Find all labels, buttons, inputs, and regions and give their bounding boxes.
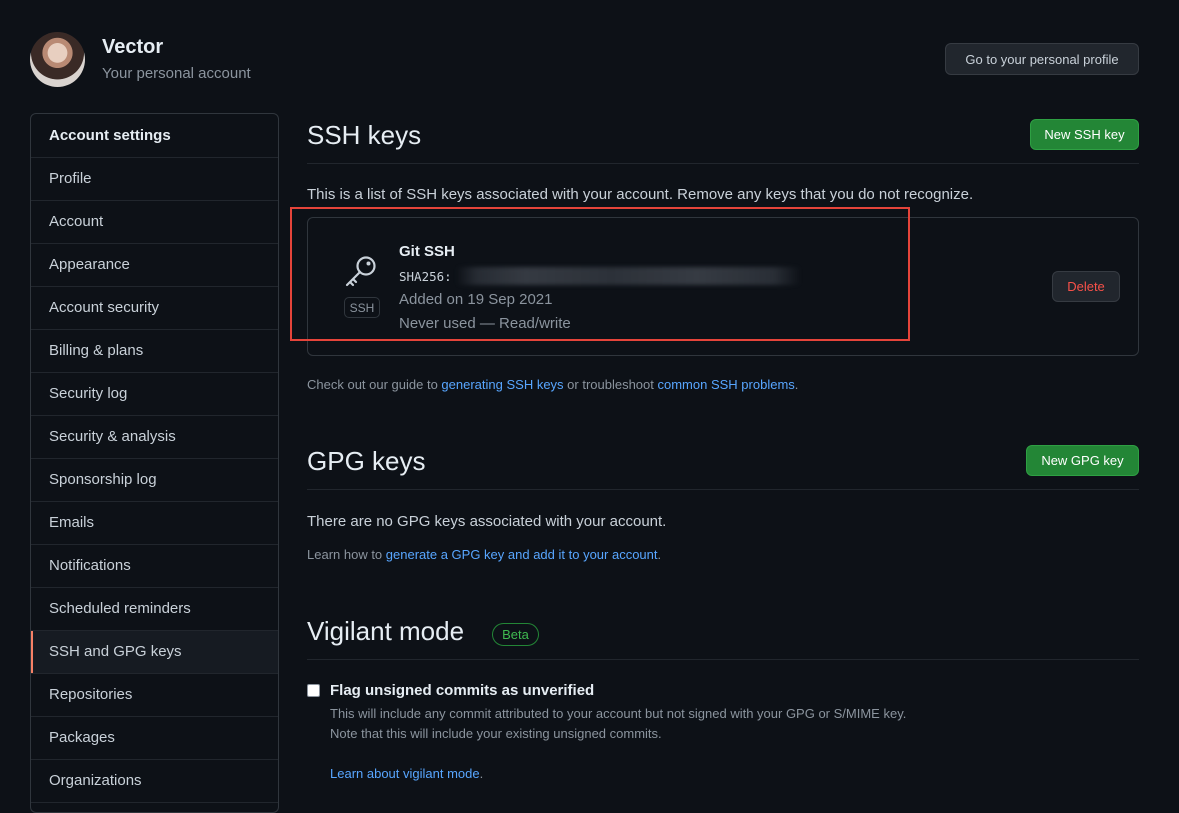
flag-unsigned-commits-label[interactable]: Flag unsigned commits as unverified — [330, 682, 594, 699]
sidebar-item-packages[interactable]: Packages — [31, 717, 278, 760]
sidebar-item-sponsorship-log[interactable]: Sponsorship log — [31, 459, 278, 502]
ssh-guide-suffix: . — [794, 377, 799, 392]
vigilant-mode-title: Vigilant mode — [307, 616, 465, 646]
divider — [307, 163, 1139, 164]
sidebar-item-scheduled-reminders[interactable]: Scheduled reminders — [31, 588, 278, 631]
gpg-keys-title: GPG keys — [307, 446, 426, 476]
vigilant-desc-1: This will include any commit attributed … — [330, 706, 907, 721]
sidebar-item-account[interactable]: Account — [31, 201, 278, 244]
gpg-learn-suffix: . — [657, 547, 662, 562]
sidebar-item-organizations[interactable]: Organizations — [31, 760, 278, 803]
vigilant-learn-suffix: . — [479, 766, 484, 781]
sidebar-item-repositories[interactable]: Repositories — [31, 674, 278, 717]
sidebar-item-appearance[interactable]: Appearance — [31, 244, 278, 287]
sidebar-item-security-analysis[interactable]: Security & analysis — [31, 416, 278, 459]
delete-ssh-key-button[interactable]: Delete — [1052, 271, 1120, 302]
flag-unsigned-commits-checkbox[interactable] — [307, 684, 320, 697]
divider — [307, 659, 1139, 660]
common-ssh-problems-link[interactable]: common SSH problems — [658, 377, 795, 392]
ssh-guide-middle: or troubleshoot — [563, 377, 658, 392]
ssh-guide-prefix: Check out our guide to — [307, 377, 442, 392]
highlight-box — [290, 207, 910, 341]
new-ssh-key-button[interactable]: New SSH key — [1030, 119, 1139, 150]
sidebar-item-ssh-gpg-keys[interactable]: SSH and GPG keys — [31, 631, 278, 674]
account-subtitle: Your personal account — [102, 65, 251, 82]
vigilant-learn-text: Learn about vigilant mode. — [330, 766, 483, 781]
sidebar-item-profile[interactable]: Profile — [31, 158, 278, 201]
ssh-description: This is a list of SSH keys associated wi… — [307, 186, 974, 203]
sidebar-item-notifications[interactable]: Notifications — [31, 545, 278, 588]
gpg-empty-text: There are no GPG keys associated with yo… — [307, 513, 667, 530]
generate-gpg-key-link[interactable]: generate a GPG key and add it to your ac… — [386, 547, 658, 562]
settings-sidebar: Account settings Profile Account Appeara… — [30, 113, 279, 813]
account-name: Vector — [102, 36, 164, 58]
sidebar-item-billing[interactable]: Billing & plans — [31, 330, 278, 373]
sidebar-header: Account settings — [31, 114, 278, 158]
avatar[interactable] — [30, 32, 85, 87]
vigilant-desc-2: Note that this will include your existin… — [330, 726, 662, 741]
ssh-guide-text: Check out our guide to generating SSH ke… — [307, 377, 798, 392]
learn-vigilant-mode-link[interactable]: Learn about vigilant mode — [330, 766, 480, 781]
sidebar-item-security-log[interactable]: Security log — [31, 373, 278, 416]
generating-ssh-keys-link[interactable]: generating SSH keys — [441, 377, 563, 392]
ssh-keys-title: SSH keys — [307, 120, 422, 150]
sidebar-item-emails[interactable]: Emails — [31, 502, 278, 545]
beta-badge: Beta — [492, 623, 539, 646]
go-to-profile-button[interactable]: Go to your personal profile — [945, 43, 1139, 75]
divider — [307, 489, 1139, 490]
new-gpg-key-button[interactable]: New GPG key — [1026, 445, 1139, 476]
sidebar-item-account-security[interactable]: Account security — [31, 287, 278, 330]
gpg-learn-prefix: Learn how to — [307, 547, 386, 562]
gpg-learn-text: Learn how to generate a GPG key and add … — [307, 547, 661, 562]
